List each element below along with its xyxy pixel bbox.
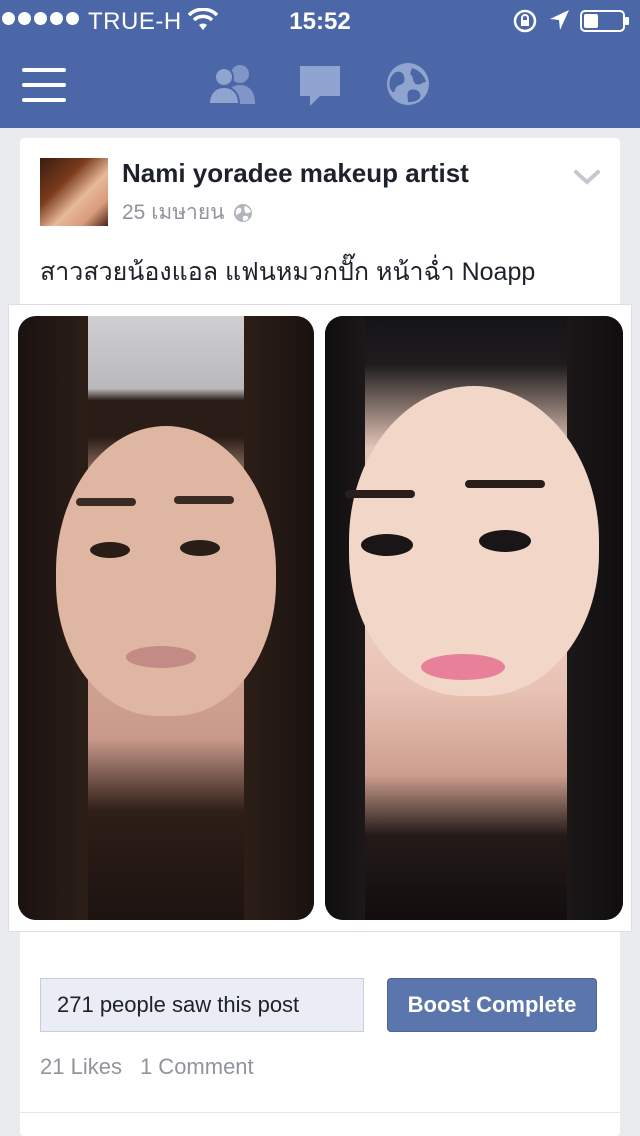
location-arrow-icon bbox=[550, 10, 569, 30]
likes-count[interactable]: 21 Likes bbox=[40, 1054, 122, 1080]
notifications-globe-icon[interactable] bbox=[386, 62, 430, 106]
friend-requests-icon[interactable] bbox=[208, 62, 256, 106]
before-photo bbox=[18, 316, 314, 920]
menu-icon[interactable] bbox=[22, 68, 66, 102]
status-time: 15:52 bbox=[289, 8, 351, 35]
boost-button[interactable]: Boost Complete bbox=[387, 978, 597, 1032]
messages-icon[interactable] bbox=[298, 64, 342, 108]
status-bar: TRUE-H 15:52 bbox=[0, 0, 640, 40]
battery-icon bbox=[580, 10, 629, 32]
after-photo bbox=[325, 316, 623, 920]
post-date[interactable]: 25 เมษายน bbox=[122, 196, 225, 229]
top-bar: TRUE-H 15:52 bbox=[0, 0, 640, 128]
facebook-app: TRUE-H 15:52 Nami yoradee makeup artist … bbox=[0, 0, 640, 1136]
post-author[interactable]: Nami yoradee makeup artist bbox=[122, 158, 469, 189]
rotation-lock-icon bbox=[513, 9, 537, 33]
divider bbox=[20, 1112, 620, 1113]
comments-count[interactable]: 1 Comment bbox=[140, 1054, 254, 1080]
post-stats: 21 Likes 1 Comment bbox=[40, 1054, 254, 1080]
avatar[interactable] bbox=[40, 158, 108, 226]
navigation-bar bbox=[0, 40, 640, 128]
post-text: สาวสวยน้องแอล แฟนหมวกปั๊ก หน้าฉ่ำ Noapp bbox=[40, 258, 536, 286]
chevron-down-icon[interactable] bbox=[574, 170, 600, 186]
post-reach[interactable]: 271 people saw this post bbox=[40, 978, 364, 1032]
post-meta: 25 เมษายน bbox=[122, 196, 253, 229]
post-photo[interactable] bbox=[8, 304, 632, 932]
public-globe-icon bbox=[233, 203, 252, 222]
